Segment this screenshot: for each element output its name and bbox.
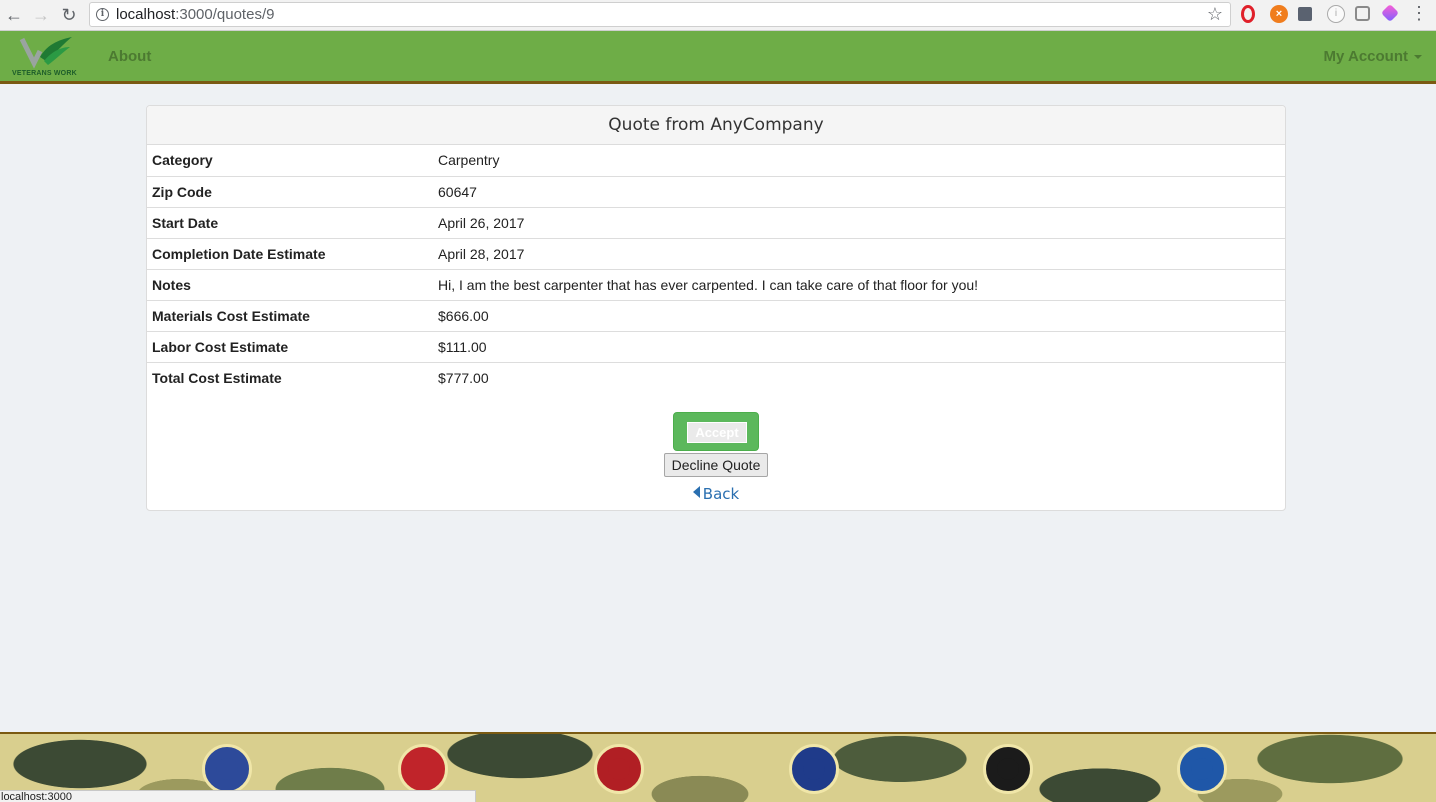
marine-corps-seal-icon <box>594 744 644 794</box>
quote-detail-value: April 26, 2017 <box>433 207 1285 239</box>
quote-detail-value: Hi, I am the best carpenter that has eve… <box>433 269 1285 301</box>
seal-core <box>412 758 434 780</box>
seal-core <box>997 758 1019 780</box>
quote-detail-label: Completion Date Estimate <box>147 238 433 270</box>
coast-guard-seal-icon <box>1177 744 1227 794</box>
quote-detail-label: Start Date <box>147 207 433 239</box>
quote-detail-row: Total Cost Estimate $777.00 <box>147 362 1285 393</box>
quote-detail-label: Labor Cost Estimate <box>147 331 433 363</box>
back-link-label: Back <box>702 485 740 503</box>
accept-button-label[interactable]: Accept <box>687 422 747 443</box>
quote-panel: Quote from AnyCompany Category Carpentry Z… <box>146 105 1286 511</box>
nav-about-link[interactable]: About <box>108 48 151 65</box>
my-account-label: My Account <box>1323 48 1408 65</box>
orange-extension-icon[interactable]: × <box>1270 5 1288 23</box>
decline-quote-button[interactable]: Decline Quote <box>664 453 768 477</box>
quote-detail-value: 60647 <box>433 176 1285 208</box>
pink-extension-icon[interactable] <box>1380 3 1400 23</box>
navy-seal-icon <box>789 744 839 794</box>
logo-wings-icon <box>19 37 72 69</box>
reload-icon[interactable]: ↻ <box>57 3 81 27</box>
url-host: localhost <box>116 6 176 23</box>
info-icon[interactable]: i <box>96 8 109 21</box>
quote-detail-label: Materials Cost Estimate <box>147 300 433 332</box>
back-link[interactable]: Back <box>692 485 740 503</box>
app-navbar: VETERANS WORK About My Account <box>0 31 1436 84</box>
national-guard-seal-icon <box>398 744 448 794</box>
browser-status-bar: localhost:3000 <box>0 790 476 802</box>
quote-detail-label: Notes <box>147 269 433 301</box>
quote-detail-row: Notes Hi, I am the best carpenter that ha… <box>147 269 1285 301</box>
veterans-work-logo[interactable]: VETERANS WORK <box>10 37 78 79</box>
quote-detail-value: April 28, 2017 <box>433 238 1285 270</box>
browser-toolbar: ← → ↻ i localhost:3000/quotes/9 ☆ × i ⋮ <box>0 0 1436 31</box>
quote-detail-value: Carpentry <box>433 145 1285 177</box>
logo-text: VETERANS WORK <box>12 70 77 77</box>
forward-arrow-icon[interactable]: → <box>29 3 53 27</box>
address-bar[interactable]: i localhost:3000/quotes/9 ☆ <box>89 2 1231 27</box>
quote-detail-row: Start Date April 26, 2017 <box>147 207 1285 239</box>
seal-core <box>216 758 238 780</box>
bookmark-star-icon[interactable]: ☆ <box>1207 4 1223 25</box>
seal-core <box>608 758 630 780</box>
accept-button[interactable]: Accept <box>673 412 759 451</box>
chevron-down-icon <box>1414 55 1422 60</box>
seal-core <box>1191 758 1213 780</box>
quote-detail-row: Zip Code 60647 <box>147 176 1285 208</box>
quote-details-table: Category Carpentry Zip Code 60647 Start Date… <box>147 145 1285 393</box>
quote-detail-label: Zip Code <box>147 176 433 208</box>
url-path: :3000/quotes/9 <box>175 6 275 23</box>
quote-detail-row: Materials Cost Estimate $666.00 <box>147 300 1285 332</box>
circle-extension-icon[interactable]: i <box>1327 5 1345 23</box>
quote-detail-label: Total Cost Estimate <box>152 369 282 386</box>
extension-puzzle-icon[interactable] <box>1298 7 1312 21</box>
my-account-dropdown[interactable]: My Account <box>1324 48 1422 65</box>
quote-actions: Accept Decline Quote Back <box>147 412 1285 504</box>
quote-detail-row: Category Carpentry <box>147 145 1285 177</box>
back-arrow-icon[interactable]: ← <box>2 3 26 27</box>
opera-extension-icon[interactable] <box>1241 5 1255 23</box>
quote-detail-value: $777.00 <box>438 369 489 386</box>
quote-detail-row: Completion Date Estimate April 28, 2017 <box>147 238 1285 270</box>
menu-kebab-icon[interactable]: ⋮ <box>1410 3 1428 24</box>
quote-detail-value: $666.00 <box>433 300 1285 332</box>
quote-detail-value: $111.00 <box>433 331 1285 363</box>
triangle-left-icon <box>692 486 700 498</box>
seal-core <box>803 758 825 780</box>
quote-detail-label: Category <box>147 145 433 177</box>
quote-title: Quote from AnyCompany <box>147 106 1285 145</box>
quote-detail-row: Labor Cost Estimate $111.00 <box>147 331 1285 363</box>
air-force-seal-icon <box>202 744 252 794</box>
army-seal-icon <box>983 744 1033 794</box>
gear-extension-icon[interactable] <box>1355 6 1370 21</box>
